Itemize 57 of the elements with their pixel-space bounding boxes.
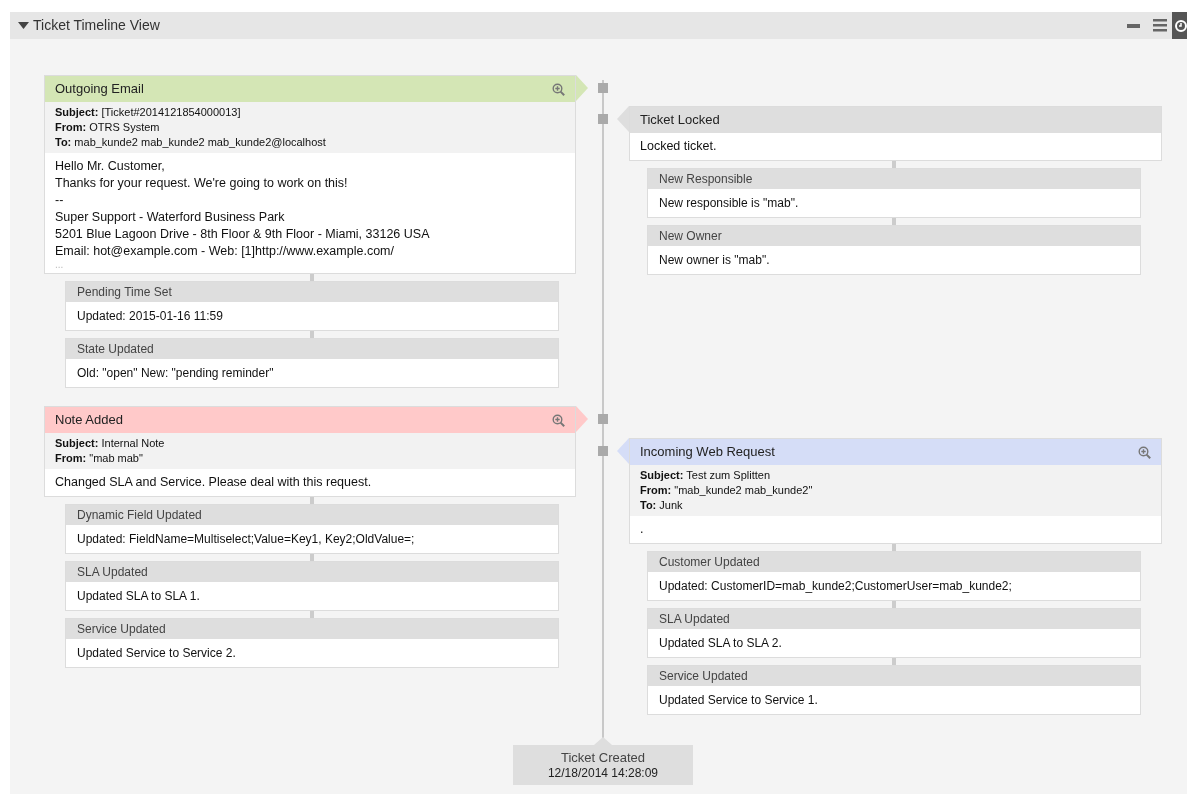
- card-title: Outgoing Email: [55, 80, 144, 99]
- more-text: ...: [55, 260, 65, 268]
- sub-event-text: Updated: 2015-01-16 11:59: [77, 308, 223, 325]
- header-field: To: mab_kunde2 mab_kunde2 mab_kunde2@localhost: [55, 135, 565, 150]
- sub-event-text: Updated SLA to SLA 2.: [659, 635, 782, 652]
- settings-button[interactable]: [1172, 12, 1187, 39]
- sub-event-title: Service Updated: [77, 621, 166, 638]
- header-field: From: "mab_kunde2 mab_kunde2": [640, 483, 1151, 498]
- sub-event-title: Service Updated: [659, 668, 748, 685]
- sub-event-title: Pending Time Set: [77, 284, 172, 301]
- sub-event-title: Customer Updated: [659, 554, 760, 571]
- menu-icon[interactable]: [1153, 19, 1167, 32]
- sub-event-title: Dynamic Field Updated: [77, 507, 202, 524]
- created-title: Ticket Created: [560, 749, 646, 766]
- sub-event-title: SLA Updated: [77, 564, 148, 581]
- timeline-marker: [598, 446, 608, 456]
- collapse-caret-icon[interactable]: [18, 22, 29, 29]
- body-line: Thanks for your request. We're going to work on this!: [55, 175, 349, 192]
- sub-event-text: Updated: CustomerID=mab_kunde2;CustomerUser=mab_kunde2;: [659, 578, 1012, 595]
- minimize-icon[interactable]: [1127, 23, 1140, 28]
- card-title: Note Added: [55, 411, 123, 430]
- panel-title: Ticket Timeline View: [33, 16, 160, 35]
- header-field: From: OTRS System: [55, 120, 565, 135]
- sub-event-title: SLA Updated: [659, 611, 730, 628]
- sub-event-title: New Owner: [659, 228, 722, 245]
- header-field: Subject: Test zum Splitten: [640, 468, 1151, 483]
- body-line: Locked ticket.: [640, 138, 718, 155]
- sub-event-title: State Updated: [77, 341, 154, 358]
- sub-event-text: Updated Service to Service 1.: [659, 692, 818, 709]
- body-line: 5201 Blue Lagoon Drive - 8th Floor & 9th Floor - Miami, 33126 USA: [55, 226, 431, 243]
- header-field: From: "mab mab": [55, 451, 565, 466]
- header-field: To: Junk: [640, 498, 1151, 513]
- zoom-in-icon[interactable]: [1138, 445, 1151, 459]
- header-field: Subject: [Ticket#2014121854000013]: [55, 105, 565, 120]
- body-line: Email: hot@example.com - Web: [1]http://www.example.com/: [55, 243, 395, 260]
- sub-event-text: Updated: FieldName=Multiselect;Value=Key1, Key2;OldValue=;: [77, 531, 415, 548]
- timeline-marker: [598, 114, 608, 124]
- sub-event-text: New responsible is "mab".: [659, 195, 799, 212]
- body-line: Changed SLA and Service. Please deal with this request.: [55, 474, 373, 491]
- sub-event-text: Updated SLA to SLA 1.: [77, 588, 200, 605]
- card-title: Incoming Web Request: [640, 443, 775, 462]
- body-line: --: [55, 192, 65, 209]
- sub-event-title: New Responsible: [659, 171, 753, 188]
- zoom-in-icon[interactable]: [552, 413, 565, 427]
- clock-icon: [1172, 18, 1187, 33]
- body-line: .: [640, 521, 645, 538]
- sub-event-text: New owner is "mab".: [659, 252, 770, 269]
- timeline-marker: [598, 414, 608, 424]
- body-line: Hello Mr. Customer,: [55, 158, 166, 175]
- zoom-in-icon[interactable]: [552, 82, 565, 96]
- sub-event-text: Updated Service to Service 2.: [77, 645, 236, 662]
- created-time: 12/18/2014 14:28:09: [547, 765, 659, 781]
- timeline-marker: [598, 83, 608, 93]
- sub-event-text: Old: "open" New: "pending reminder": [77, 365, 274, 382]
- header-field: Subject: Internal Note: [55, 436, 565, 451]
- body-line: Super Support - Waterford Business Park: [55, 209, 286, 226]
- card-title: Ticket Locked: [640, 111, 720, 130]
